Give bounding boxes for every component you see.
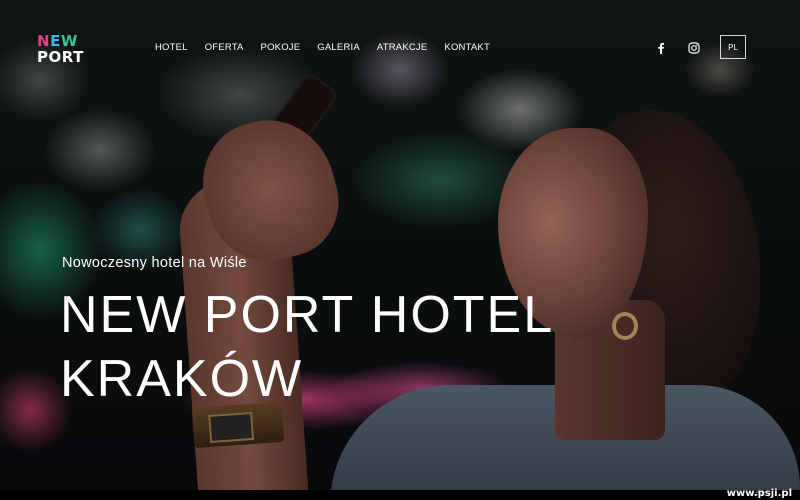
phone [221,74,337,216]
logo-letter-e: E [50,32,61,50]
logo-letter-n: N [37,32,51,50]
logo[interactable]: N E W PORT [37,33,93,67]
hero-title: NEW PORT HOTEL KRAKÓW [60,283,554,411]
woman-hair [560,110,760,410]
bottom-strip [0,490,800,500]
earring [612,312,638,340]
hero-title-line-2: KRAKÓW [60,350,304,408]
logo-line-2: PORT [37,48,84,66]
nav-item-atrakcje[interactable]: ATRAKCJE [377,42,428,53]
main-nav: HOTEL OFERTA POKOJE GALERIA ATRAKCJE KON… [155,42,507,53]
hero-title-line-1: NEW PORT HOTEL [60,286,555,344]
logo-letter-w: W [60,32,78,50]
woman-neck [555,300,665,440]
language-switch[interactable]: PL [720,35,746,59]
instagram-icon[interactable] [687,41,701,55]
logo-line-1: N E W [37,33,93,49]
hero-background [0,0,800,500]
nav-item-oferta[interactable]: OFERTA [205,42,244,53]
woman-hand [189,105,351,275]
nav-item-kontakt[interactable]: KONTAKT [444,42,490,53]
nav-item-hotel[interactable]: HOTEL [155,42,188,53]
facebook-icon-glyph [658,42,664,54]
facebook-icon[interactable] [654,41,668,55]
hero-tagline: Nowoczesny hotel na Wiśle [62,255,247,271]
nav-item-pokoje[interactable]: POKOJE [261,42,301,53]
nav-item-galeria[interactable]: GALERIA [317,42,360,53]
watermark: www.psji.pl [726,488,792,499]
instagram-icon-glyph [688,42,700,54]
